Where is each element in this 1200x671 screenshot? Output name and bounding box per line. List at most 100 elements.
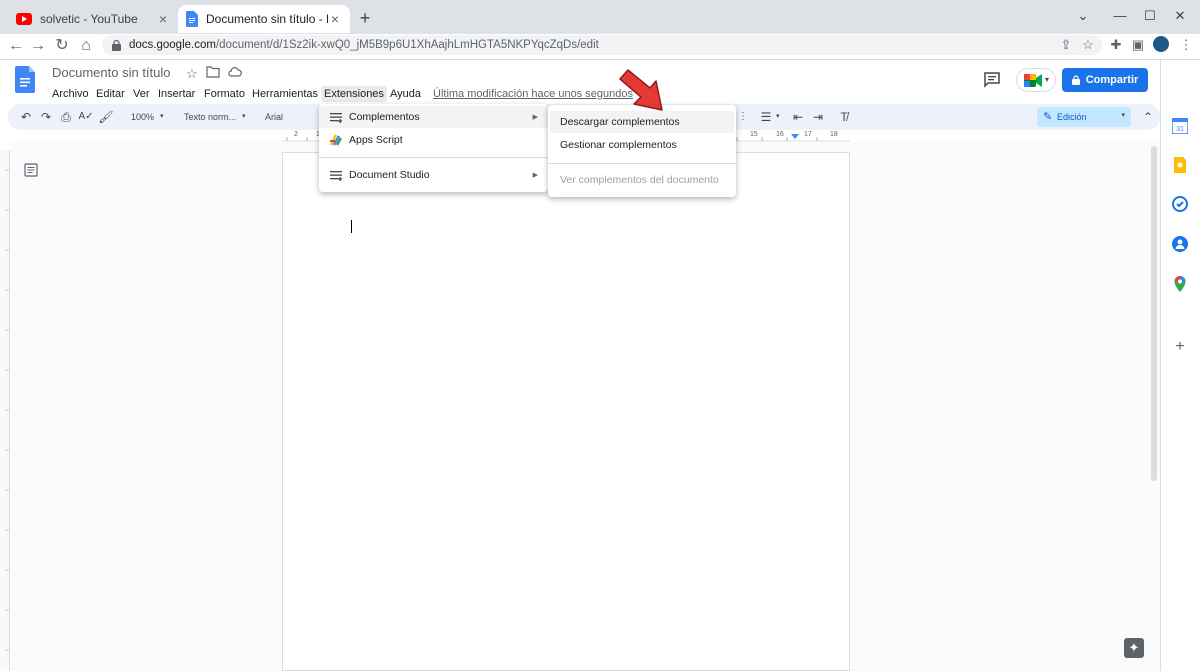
menu-extensiones[interactable]: Extensiones (321, 86, 387, 102)
apps-script-icon (329, 133, 343, 147)
menu-insertar[interactable]: Insertar (155, 86, 198, 102)
red-arrow-annotation (618, 66, 674, 116)
ruler-tick-label: 18 (830, 131, 838, 138)
meet-icon (1024, 74, 1042, 87)
tasks-icon[interactable] (1172, 196, 1188, 212)
close-tab-icon[interactable]: × (156, 12, 170, 26)
move-folder-icon[interactable] (206, 66, 220, 78)
bookmark-star-icon[interactable]: ☆ (1080, 37, 1096, 53)
menu-formato[interactable]: Formato (201, 86, 248, 102)
menu-item-label: Complementos (349, 111, 420, 123)
menu-archivo[interactable]: Archivo (49, 86, 92, 102)
ruler-tick-label: 17 (804, 131, 812, 138)
editing-mode-select[interactable]: ✎ Edición ▾ (1037, 107, 1131, 127)
tab-title: solvetic - YouTube (40, 12, 138, 26)
minimize-button[interactable]: — (1110, 6, 1130, 26)
ruler-tick-label: 2 (294, 131, 298, 138)
new-tab-button[interactable]: + (356, 9, 374, 27)
tab-title: Documento sin título - Documen (206, 12, 328, 26)
menu-item-ver-complementos: Ver complementos del documento (560, 174, 719, 186)
extensions-menu: Complementos ▶ Apps Script Document Stud… (319, 104, 548, 192)
text-cursor (351, 220, 352, 233)
document-page[interactable] (282, 152, 850, 671)
star-icon[interactable]: ☆ (186, 66, 198, 82)
forward-button[interactable]: → (28, 36, 48, 56)
caret-down-icon: ▾ (1045, 75, 1050, 84)
address-bar[interactable]: docs.google.com/document/d/1Sz2ik-xwQ0_j… (102, 35, 1102, 55)
font-select[interactable]: Arial (265, 109, 283, 125)
share-page-icon[interactable]: ⇪ (1058, 37, 1074, 53)
bullet-list-icon[interactable]: ⋮ (735, 109, 751, 125)
decrease-indent-icon[interactable]: ⇤ (790, 109, 806, 125)
caret-down-icon: ▾ (776, 113, 780, 120)
lock-icon (112, 39, 121, 51)
contacts-icon[interactable] (1172, 236, 1188, 252)
chevron-down-icon[interactable]: ⌄ (1073, 6, 1093, 26)
print-icon[interactable]: ⎙ (58, 109, 74, 125)
docs-logo-icon[interactable] (15, 66, 35, 93)
caret-down-icon: ▾ (242, 113, 246, 120)
url-text: docs.google.com/document/d/1Sz2ik-xwQ0_j… (129, 39, 599, 51)
explore-icon[interactable]: ✦ (1124, 638, 1144, 658)
calendar-icon[interactable]: 31 (1172, 118, 1188, 134)
cloud-saved-icon[interactable] (228, 67, 242, 77)
menu-item-complementos[interactable]: Complementos ▶ (319, 106, 548, 128)
document-title[interactable]: Documento sin título (52, 65, 171, 80)
side-panel-icon[interactable]: ▣ (1130, 37, 1146, 53)
caret-down-icon: ▾ (160, 113, 164, 120)
add-icon[interactable]: + (1172, 339, 1188, 355)
addons-submenu: Descargar complementos Gestionar complem… (548, 105, 736, 197)
share-button[interactable]: Compartir (1062, 68, 1148, 92)
vertical-ruler[interactable] (0, 150, 10, 671)
pencil-icon: ✎ (1043, 111, 1053, 123)
docs-icon (186, 11, 198, 27)
menu-separator (548, 163, 736, 164)
extensions-puzzle-icon[interactable]: ✚ (1108, 37, 1124, 53)
menu-item-label: Apps Script (349, 134, 403, 146)
ruler-tick-label: 16 (776, 131, 784, 138)
back-button[interactable]: ← (6, 36, 26, 56)
style-select[interactable]: Texto norm... (184, 109, 236, 125)
menu-herramientas[interactable]: Herramientas (249, 86, 321, 102)
spellcheck-icon[interactable]: A✓ (78, 109, 94, 125)
close-tab-icon[interactable]: × (328, 12, 342, 26)
browser-tab-youtube[interactable]: solvetic - YouTube × (8, 5, 178, 33)
ruler-tick-label: 15 (750, 131, 758, 138)
keep-icon[interactable] (1172, 157, 1188, 173)
side-panel (1160, 60, 1200, 671)
increase-indent-icon[interactable]: ⇥ (810, 109, 826, 125)
close-window-button[interactable]: ✕ (1170, 6, 1190, 26)
undo-icon[interactable]: ↶ (18, 109, 34, 125)
redo-icon[interactable]: ↷ (38, 109, 54, 125)
submenu-arrow-icon: ▶ (532, 172, 538, 179)
browser-tab-docs[interactable]: Documento sin título - Documen × (178, 5, 350, 33)
meet-button[interactable]: ▾ (1016, 68, 1056, 92)
document-outline-icon[interactable] (24, 163, 38, 177)
zoom-select[interactable]: 100% (131, 109, 154, 125)
home-button[interactable]: ⌂ (76, 36, 96, 56)
maximize-button[interactable]: ☐ (1140, 6, 1160, 26)
menu-ayuda[interactable]: Ayuda (387, 86, 424, 102)
share-label: Compartir (1085, 74, 1139, 86)
menu-editar[interactable]: Editar (93, 86, 128, 102)
lock-icon (1071, 75, 1080, 85)
last-modified-link[interactable]: Última modificación hace unos segundos (433, 86, 633, 102)
numbered-list-icon[interactable]: ☰ (758, 109, 774, 125)
comment-history-icon[interactable] (983, 71, 1001, 89)
kebab-menu-icon[interactable]: ⋮ (1178, 37, 1194, 53)
menu-item-document-studio[interactable]: Document Studio ▶ (319, 164, 548, 186)
vertical-scrollbar[interactable] (1151, 146, 1157, 481)
maps-icon[interactable] (1172, 276, 1188, 292)
youtube-icon (16, 13, 32, 25)
paint-format-icon[interactable]: 🖌 (98, 109, 114, 125)
hide-menus-chevron-icon[interactable]: ⌃ (1140, 109, 1156, 125)
menu-separator (319, 157, 548, 158)
menu-item-gestionar-complementos[interactable]: Gestionar complementos (550, 134, 734, 156)
menu-item-apps-script[interactable]: Apps Script (319, 129, 548, 151)
submenu-arrow-icon: ▶ (532, 114, 538, 121)
menu-ver[interactable]: Ver (130, 86, 153, 102)
reload-button[interactable]: ↻ (52, 36, 72, 56)
editing-mode-label: Edición (1057, 112, 1087, 122)
clear-formatting-icon[interactable]: T̸ (836, 109, 852, 125)
profile-avatar[interactable] (1153, 36, 1169, 52)
